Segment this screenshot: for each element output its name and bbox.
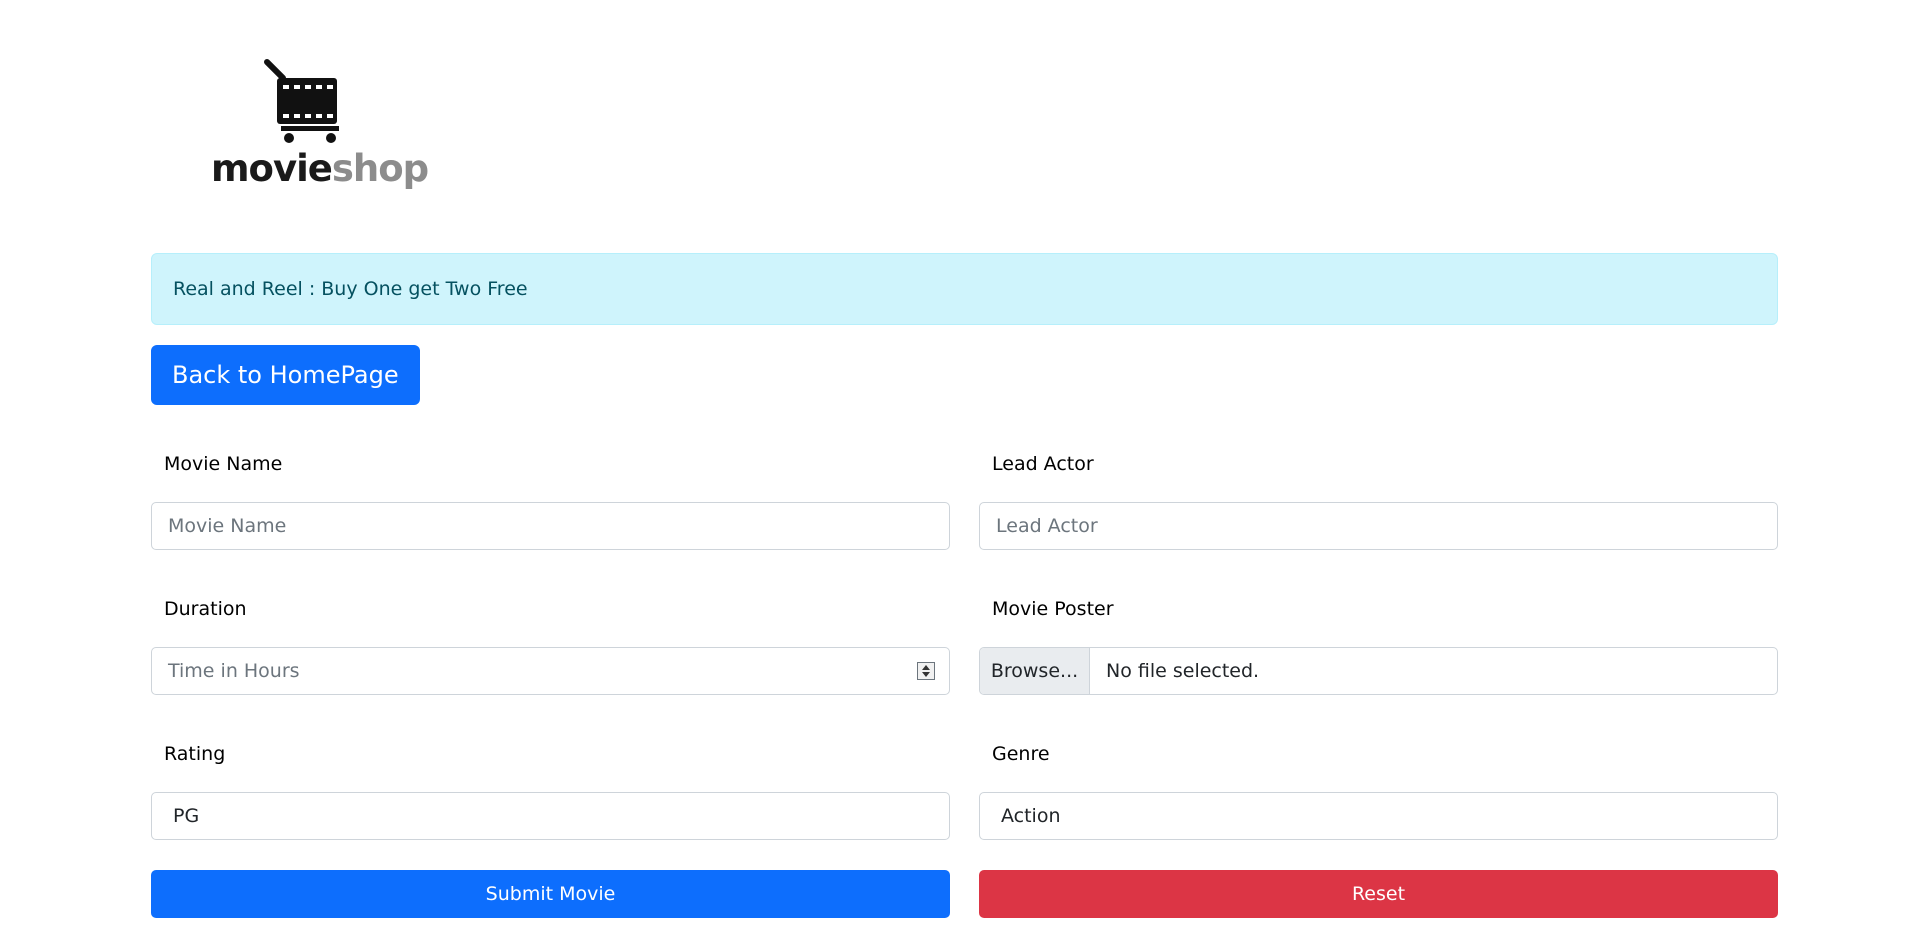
number-spinner-icon[interactable] (917, 662, 935, 680)
duration-label: Duration (164, 598, 247, 620)
spinner-down-icon[interactable] (922, 672, 930, 677)
logo-text-shop: shop (331, 147, 429, 190)
cart-film-icon (264, 59, 339, 143)
movieshop-logo: movieshop (211, 58, 429, 198)
logo-wordmark: movieshop (211, 147, 429, 190)
movie-poster-label: Movie Poster (992, 598, 1114, 620)
rating-value: PG (173, 805, 200, 827)
duration-input[interactable]: Time in Hours (151, 647, 950, 695)
file-status-text: No file selected. (1106, 660, 1260, 682)
promo-alert: Real and Reel : Buy One get Two Free (151, 253, 1778, 325)
movie-poster-file-input[interactable]: Browse... No file selected. (979, 647, 1778, 695)
spinner-up-icon[interactable] (922, 665, 930, 670)
lead-actor-input[interactable]: Lead Actor (979, 502, 1778, 550)
back-to-homepage-button[interactable]: Back to HomePage (151, 345, 420, 405)
movie-name-input[interactable]: Movie Name (151, 502, 950, 550)
lead-actor-placeholder: Lead Actor (996, 515, 1098, 537)
genre-select[interactable]: Action (979, 792, 1778, 840)
browse-button[interactable]: Browse... (980, 648, 1090, 694)
duration-placeholder: Time in Hours (168, 660, 300, 682)
lead-actor-label: Lead Actor (992, 453, 1094, 475)
genre-label: Genre (992, 743, 1050, 765)
movie-name-placeholder: Movie Name (168, 515, 287, 537)
rating-select[interactable]: PG (151, 792, 950, 840)
rating-label: Rating (164, 743, 226, 765)
submit-movie-button[interactable]: Submit Movie (151, 870, 950, 918)
logo-text-movie: movie (211, 147, 333, 190)
genre-value: Action (1001, 805, 1061, 827)
reset-button[interactable]: Reset (979, 870, 1778, 918)
movie-name-label: Movie Name (164, 453, 283, 475)
promo-alert-text: Real and Reel : Buy One get Two Free (173, 278, 528, 300)
